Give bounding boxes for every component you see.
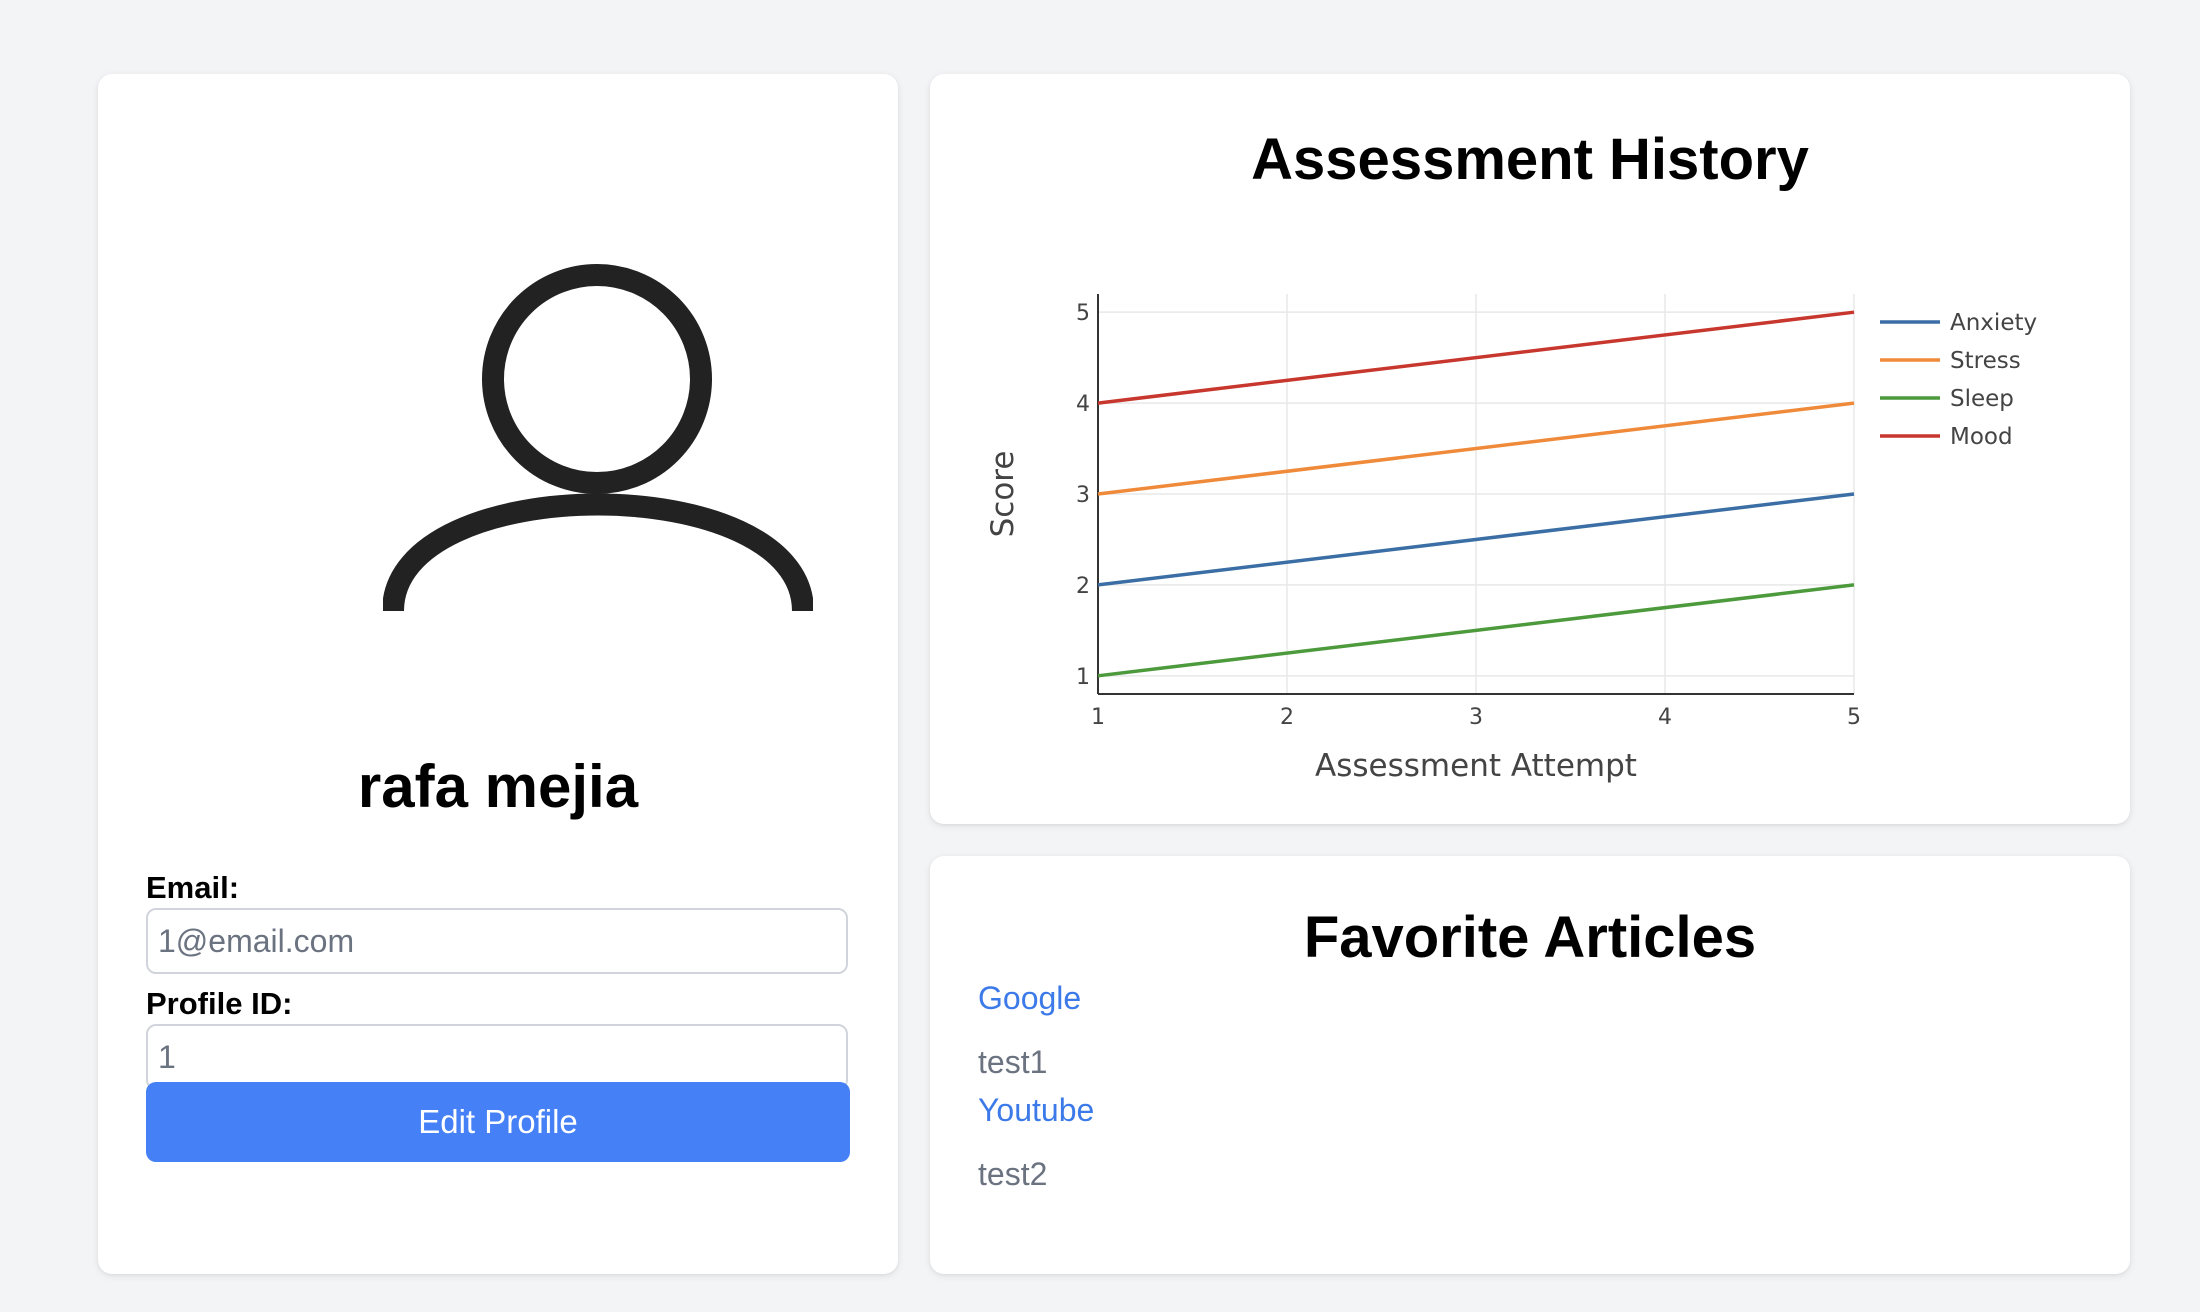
profile-card: rafa mejia Email: Profile ID: Edit Profi… [98,74,898,1274]
profile-id-field[interactable] [146,1024,848,1090]
email-field[interactable] [146,908,848,974]
legend-label: Anxiety [1950,310,2037,336]
favorite-articles-title: Favorite Articles [1303,905,1757,970]
y-axis-title: Score [985,451,1021,538]
user-name: rafa mejia [357,753,639,820]
y-tick-label: 2 [1076,574,1090,599]
legend-label: Sleep [1950,386,2014,412]
profile-id-label: Profile ID: [146,986,293,1021]
favorite-articles-card: Favorite Articles Google test1 Youtube t… [930,856,2130,1274]
article-description: test2 [978,1156,1048,1192]
x-tick-label: 5 [1847,705,1861,730]
article-link-youtube[interactable]: Youtube [978,1092,1094,1129]
y-tick-label: 5 [1076,301,1090,326]
legend-label: Mood [1950,424,2013,450]
article-description: test1 [978,1044,1048,1080]
legend-label: Stress [1950,348,2021,374]
y-tick-label: 4 [1076,392,1090,417]
user-icon [383,264,813,612]
assessment-chart: 1 2 3 4 5 1 2 3 4 5 Assessment Attempt Score Anxiety… [985,294,2037,784]
edit-profile-button[interactable]: Edit Profile [146,1082,850,1162]
x-axis-title: Assessment Attempt [1315,748,1637,784]
x-tick-label: 2 [1280,705,1294,730]
y-tick-label: 3 [1076,483,1090,508]
email-label: Email: [146,870,240,905]
article-link-google[interactable]: Google [978,980,1081,1017]
x-tick-label: 4 [1658,705,1672,730]
y-tick-label: 1 [1076,665,1090,690]
x-tick-label: 1 [1091,705,1105,730]
assessment-history-card: Assessment History 1 2 3 4 5 1 2 3 4 5 Assessment … [930,74,2130,824]
x-tick-label: 3 [1469,705,1483,730]
